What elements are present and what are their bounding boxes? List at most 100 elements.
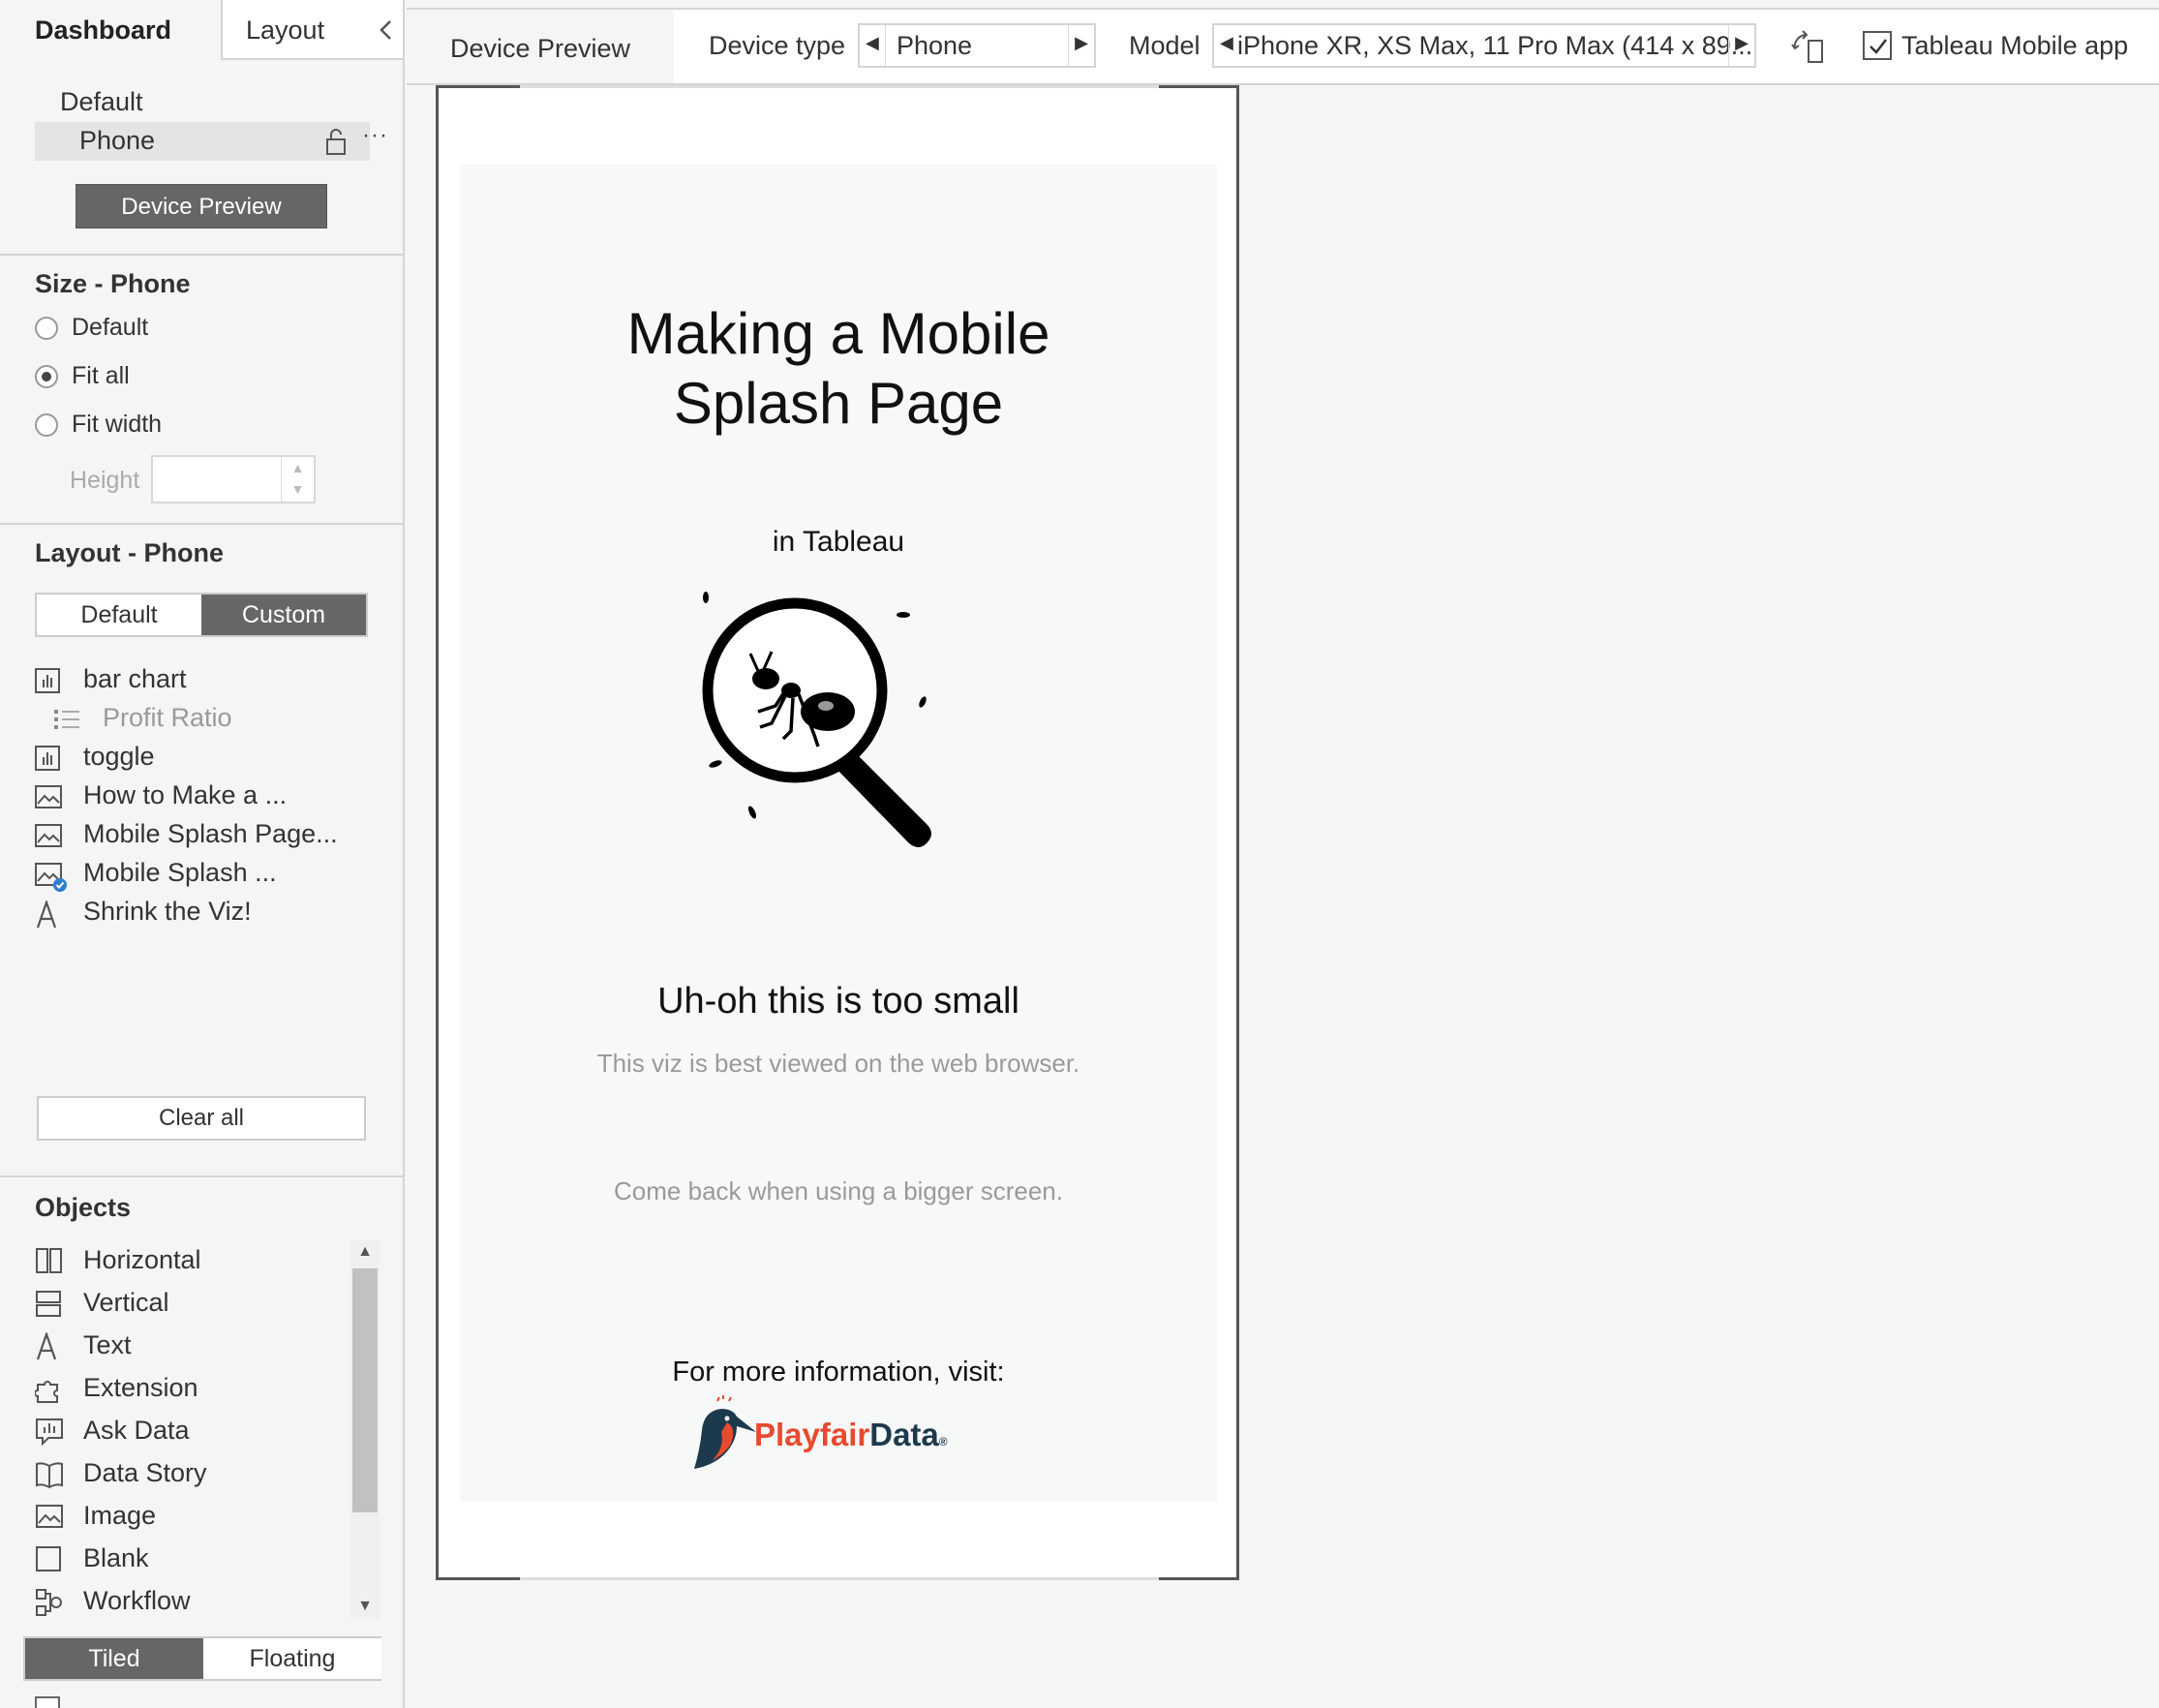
divider: [0, 254, 403, 256]
height-input[interactable]: ▲ ▼: [151, 455, 316, 503]
device-preview-title: Device Preview: [407, 10, 674, 83]
workflow-icon: [35, 1588, 64, 1616]
layout-mode-custom[interactable]: Custom: [201, 595, 366, 635]
object-label: Vertical: [83, 1288, 169, 1317]
bar-chart-icon: [35, 668, 62, 693]
tiled-floating-toggle: Tiled Floating: [23, 1636, 381, 1681]
vertical-icon: [35, 1290, 64, 1317]
legend-icon: [54, 707, 81, 732]
device-preview-button[interactable]: Device Preview: [76, 184, 327, 229]
sidebar-tabs: Dashboard Layout: [0, 0, 403, 60]
device-layout-phone[interactable]: Phone ···: [35, 122, 387, 161]
objects-scrollbar-thumb[interactable]: [352, 1268, 378, 1512]
splash-title-line: Making a Mobile: [626, 301, 1050, 366]
height-stepper[interactable]: ▲ ▼: [281, 457, 314, 502]
clear-all-button[interactable]: Clear all: [37, 1096, 366, 1141]
device-type-select[interactable]: ◀ Phone ▶: [858, 23, 1096, 68]
tab-dashboard[interactable]: Dashboard: [0, 0, 221, 60]
horizontal-icon: [35, 1247, 64, 1274]
size-option-label: Fit width: [72, 411, 163, 438]
image-icon: [35, 1503, 64, 1530]
splash-subtitle: in Tableau: [772, 526, 905, 558]
size-section-title: Size - Phone: [35, 269, 191, 298]
checkbox[interactable]: [35, 1696, 60, 1708]
divider: [0, 1175, 403, 1177]
device-type-value: Phone: [897, 31, 973, 60]
blank-icon: [35, 1545, 64, 1572]
object-label: Workflow: [83, 1586, 191, 1615]
radio-icon[interactable]: [35, 413, 58, 437]
text-icon: [35, 899, 62, 929]
layout-item-label: bar chart: [83, 664, 187, 693]
object-label: Blank: [83, 1543, 149, 1572]
layout-item-label: Mobile Splash Page...: [83, 819, 338, 848]
divider: [0, 523, 403, 525]
logo-word-playfair: Playfair: [754, 1417, 870, 1452]
layout-item-label: Mobile Splash ...: [83, 858, 277, 887]
object-label: Data Story: [83, 1458, 207, 1487]
previous-arrow-icon[interactable]: ◀: [1220, 33, 1233, 53]
tableau-mobile-checkbox[interactable]: [1863, 31, 1892, 60]
model-select[interactable]: ◀ iPhone XR, XS Max, 11 Pro Max (414 x 8…: [1212, 23, 1756, 68]
collapse-sidebar-icon[interactable]: [372, 14, 401, 46]
kingfisher-logo-icon: [692, 1393, 758, 1477]
layout-item-label: Shrink the Viz!: [83, 897, 252, 926]
layout-item-label: toggle: [83, 742, 155, 771]
device-layout-phone-label: Phone: [79, 126, 156, 155]
splash-heading: Uh-oh this is too small: [657, 981, 1019, 1022]
playfair-data-wordmark: PlayfairData®: [754, 1417, 948, 1453]
puzzle-icon: [34, 1375, 64, 1403]
object-label: Ask Data: [83, 1416, 190, 1445]
objects-section-title: Objects: [35, 1193, 132, 1222]
scroll-down-icon[interactable]: ▼: [350, 1594, 380, 1619]
rotate-device-icon[interactable]: [1789, 27, 1828, 66]
image-icon: [35, 784, 62, 809]
next-arrow-icon[interactable]: ▶: [1075, 33, 1088, 53]
floating-button[interactable]: Floating: [203, 1638, 381, 1679]
device-frame: Making a Mobile Splash Page in Tableau U…: [436, 85, 1239, 1580]
magnifying-glass-ant-icon: [683, 561, 992, 861]
playfair-data-logo[interactable]: PlayfairData®: [692, 1393, 983, 1477]
bar-chart-icon: [35, 746, 62, 771]
logo-registered-mark: ®: [938, 1435, 948, 1449]
radio-icon[interactable]: [35, 317, 58, 340]
image-check-icon: [35, 862, 67, 892]
device-layout-default[interactable]: Default: [60, 87, 143, 117]
layout-item-label: How to Make a ...: [83, 780, 288, 809]
object-label: Horizontal: [83, 1245, 201, 1274]
image-icon: [35, 823, 62, 848]
tiled-button[interactable]: Tiled: [25, 1638, 203, 1679]
unlock-icon[interactable]: [323, 126, 349, 157]
device-type-label: Device type: [709, 31, 846, 60]
ask-data-icon: [35, 1418, 64, 1447]
next-arrow-icon[interactable]: ▶: [1735, 33, 1748, 53]
radio-selected-icon[interactable]: [35, 365, 58, 388]
splash-title-line: Splash Page: [673, 371, 1004, 436]
size-option-label: Fit all: [72, 362, 130, 389]
size-option-label: Default: [72, 314, 149, 341]
object-label: Text: [83, 1330, 132, 1359]
object-label: Extension: [83, 1373, 198, 1402]
layout-mode-toggle: Default Custom: [35, 593, 368, 637]
scroll-up-icon[interactable]: ▲: [350, 1239, 380, 1265]
previous-arrow-icon[interactable]: ◀: [866, 33, 879, 53]
splash-info-text: For more information, visit:: [672, 1357, 1005, 1388]
tableau-mobile-label: Tableau Mobile app: [1901, 31, 2129, 60]
splash-title: Making a Mobile Splash Page: [460, 299, 1217, 439]
model-value: iPhone XR, XS Max, 11 Pro Max (414 x 89.…: [1237, 31, 1753, 60]
layout-item-label: Profit Ratio: [103, 703, 232, 732]
partially-visible-checkbox-row: [35, 1696, 364, 1708]
splash-message-come-back: Come back when using a bigger screen.: [614, 1176, 1063, 1205]
model-label: Model: [1129, 31, 1201, 60]
splash-page: Making a Mobile Splash Page in Tableau U…: [460, 164, 1217, 1502]
height-label: Height: [70, 467, 140, 494]
device-preview-toolbar: Device Preview Device type ◀ Phone ▶ Mod…: [407, 8, 2159, 85]
logo-word-data: Data: [869, 1417, 939, 1452]
object-label: Image: [83, 1501, 157, 1530]
more-options-icon[interactable]: ···: [362, 122, 388, 149]
splash-message-browser: This viz is best viewed on the web brows…: [596, 1049, 1080, 1078]
layout-mode-default[interactable]: Default: [37, 595, 201, 635]
text-icon: [35, 1330, 64, 1360]
left-sidebar: Dashboard Layout Default Phone ··· Devic…: [0, 0, 405, 1708]
book-icon: [35, 1460, 64, 1489]
